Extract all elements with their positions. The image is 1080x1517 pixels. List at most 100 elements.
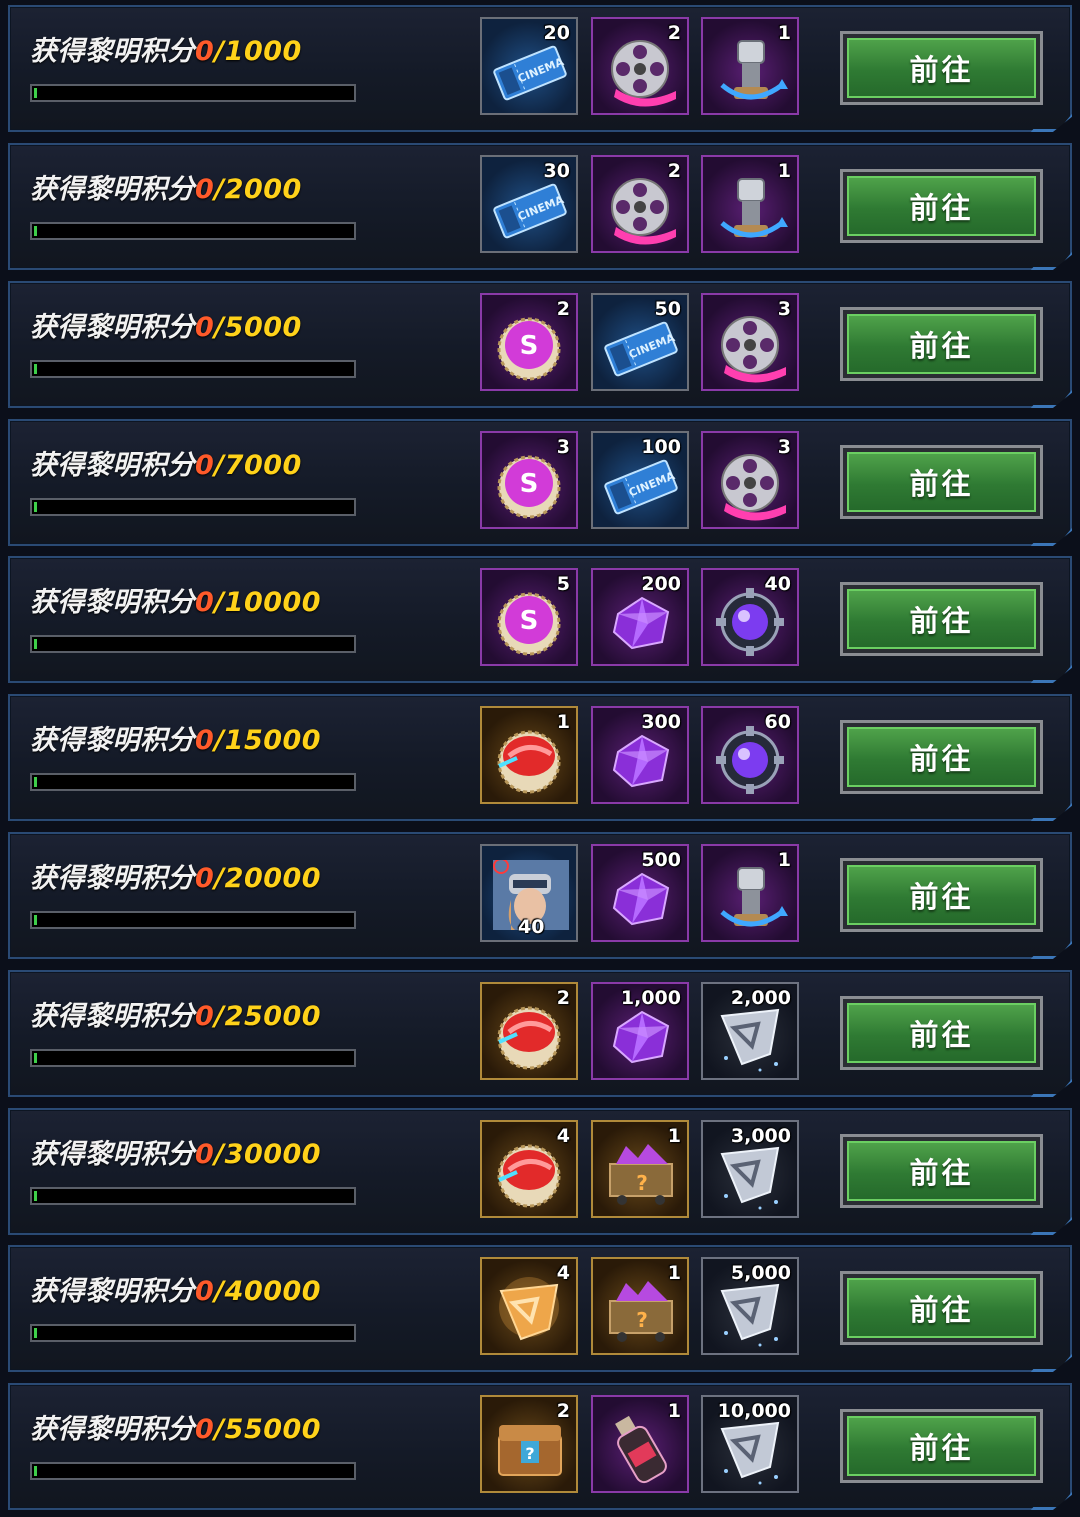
progress-bar xyxy=(30,911,356,929)
reward-list: 获得黎明积分0/1000 CINEMA 20 2 1 前往 获得黎明积分0/2000 CINE… xyxy=(0,0,1080,1517)
progress-fill xyxy=(34,364,37,374)
current-points: 0 xyxy=(195,1414,215,1445)
reward-slot[interactable]: 1 xyxy=(591,1395,689,1493)
task-title: 获得黎明积分0/10000 xyxy=(30,580,321,619)
task-label: 获得黎明积分 xyxy=(30,174,195,205)
progress-fill xyxy=(34,777,37,787)
reward-slot[interactable]: 60 xyxy=(701,706,799,804)
reward-slot[interactable]: 3 xyxy=(701,431,799,529)
progress-bar xyxy=(30,1187,356,1205)
go-button[interactable]: 前往 xyxy=(840,996,1043,1070)
reward-slot[interactable]: 1 xyxy=(701,17,799,115)
go-button[interactable]: 前往 xyxy=(840,307,1043,381)
reward-slot[interactable]: 3,000 xyxy=(701,1120,799,1218)
go-button[interactable]: 前往 xyxy=(840,582,1043,656)
task-label: 获得黎明积分 xyxy=(30,587,195,618)
task-title: 获得黎明积分0/40000 xyxy=(30,1269,321,1308)
go-button[interactable]: 前往 xyxy=(840,720,1043,794)
reward-slot[interactable]: 10,000 xyxy=(701,1395,799,1493)
svg-text:S: S xyxy=(520,331,539,361)
reward-slot[interactable]: CINEMA 100 xyxy=(591,431,689,529)
current-points: 0 xyxy=(195,312,215,343)
current-points: 0 xyxy=(195,174,215,205)
reward-count: 200 xyxy=(641,573,681,595)
reward-count: 1 xyxy=(777,160,791,182)
reward-slot[interactable]: CINEMA 30 xyxy=(480,155,578,253)
reward-slot[interactable]: 4 xyxy=(480,1120,578,1218)
task-title: 获得黎明积分0/30000 xyxy=(30,1132,321,1171)
reward-slot[interactable]: 500 xyxy=(591,844,689,942)
go-button[interactable]: 前往 xyxy=(840,169,1043,243)
go-button[interactable]: 前往 xyxy=(840,1134,1043,1208)
reward-count: 2 xyxy=(556,298,570,320)
reward-slot[interactable]: 2 xyxy=(591,17,689,115)
reward-slot[interactable]: 1 xyxy=(701,155,799,253)
go-button-label: 前往 xyxy=(847,1416,1036,1476)
reward-slot[interactable]: ? 1 xyxy=(591,1257,689,1355)
task-row: 获得黎明积分0/40000 4? 1 5,000 前往 xyxy=(8,1245,1072,1372)
go-button[interactable]: 前往 xyxy=(840,445,1043,519)
task-row: 获得黎明积分0/10000 S 5 200 40 前往 xyxy=(8,556,1072,683)
go-button[interactable]: 前往 xyxy=(840,1271,1043,1345)
reward-slot[interactable]: 2 xyxy=(591,155,689,253)
progress-bar xyxy=(30,1049,356,1067)
reward-slot[interactable]: 1,000 xyxy=(591,982,689,1080)
task-row: 获得黎明积分0/30000 4? 1 3,000 前往 xyxy=(8,1108,1072,1235)
go-button[interactable]: 前往 xyxy=(840,31,1043,105)
reward-count: 20 xyxy=(543,22,570,44)
reward-slot[interactable]: 4 xyxy=(480,1257,578,1355)
reward-count: 1 xyxy=(667,1125,681,1147)
reward-count: 1 xyxy=(667,1400,681,1422)
reward-slot[interactable]: 2,000 xyxy=(701,982,799,1080)
reward-slot[interactable]: S2 xyxy=(480,293,578,391)
go-button[interactable]: 前往 xyxy=(840,1409,1043,1483)
reward-count: 300 xyxy=(641,711,681,733)
progress-bar xyxy=(30,1324,356,1342)
progress-bar xyxy=(30,635,356,653)
reward-slot[interactable]: 40 xyxy=(701,568,799,666)
reward-slot[interactable]: 3 xyxy=(701,293,799,391)
progress-fill xyxy=(34,1466,37,1476)
go-button-label: 前往 xyxy=(847,38,1036,98)
reward-count: 3 xyxy=(556,436,570,458)
reward-slot[interactable]: ? 1 xyxy=(591,1120,689,1218)
task-row: 获得黎明积分0/55000 ? 2 1 10,000 前往 xyxy=(8,1383,1072,1510)
reward-count: 1,000 xyxy=(620,987,681,1009)
progress-bar xyxy=(30,773,356,791)
task-title: 获得黎明积分0/20000 xyxy=(30,856,321,895)
reward-slot[interactable]: 1 xyxy=(480,706,578,804)
go-button-label: 前往 xyxy=(847,1141,1036,1201)
progress-bar xyxy=(30,222,356,240)
goal-points: /30000 xyxy=(214,1139,322,1170)
task-label: 获得黎明积分 xyxy=(30,1414,195,1445)
reward-slot[interactable]: ? 2 xyxy=(480,1395,578,1493)
svg-text:S: S xyxy=(520,469,539,499)
reward-count: 500 xyxy=(641,849,681,871)
task-title: 获得黎明积分0/25000 xyxy=(30,994,321,1033)
reward-count: 2 xyxy=(556,1400,570,1422)
reward-slot[interactable]: S3 xyxy=(480,431,578,529)
reward-slot[interactable]: 5,000 xyxy=(701,1257,799,1355)
task-row: 获得黎明积分0/25000 2 1,000 2,000 前往 xyxy=(8,970,1072,1097)
reward-slot[interactable]: CINEMA 20 xyxy=(480,17,578,115)
current-points: 0 xyxy=(195,1001,215,1032)
reward-count: 2 xyxy=(556,987,570,1009)
reward-slot[interactable]: 300 xyxy=(591,706,689,804)
reward-slot[interactable]: 200 xyxy=(591,568,689,666)
reward-count: 3 xyxy=(777,436,791,458)
go-button[interactable]: 前往 xyxy=(840,858,1043,932)
reward-slot[interactable]: 40 xyxy=(480,844,578,942)
svg-text:S: S xyxy=(520,606,539,636)
go-button-label: 前往 xyxy=(847,589,1036,649)
reward-slot[interactable]: 2 xyxy=(480,982,578,1080)
reward-count: 50 xyxy=(654,298,681,320)
reward-slot[interactable]: 1 xyxy=(701,844,799,942)
task-title: 获得黎明积分0/7000 xyxy=(30,443,302,482)
current-points: 0 xyxy=(195,1276,215,1307)
task-title: 获得黎明积分0/55000 xyxy=(30,1407,321,1446)
reward-count: 5,000 xyxy=(730,1262,791,1284)
reward-slot[interactable]: CINEMA 50 xyxy=(591,293,689,391)
reward-slot[interactable]: S5 xyxy=(480,568,578,666)
task-label: 获得黎明积分 xyxy=(30,1139,195,1170)
reward-count: 1 xyxy=(556,711,570,733)
